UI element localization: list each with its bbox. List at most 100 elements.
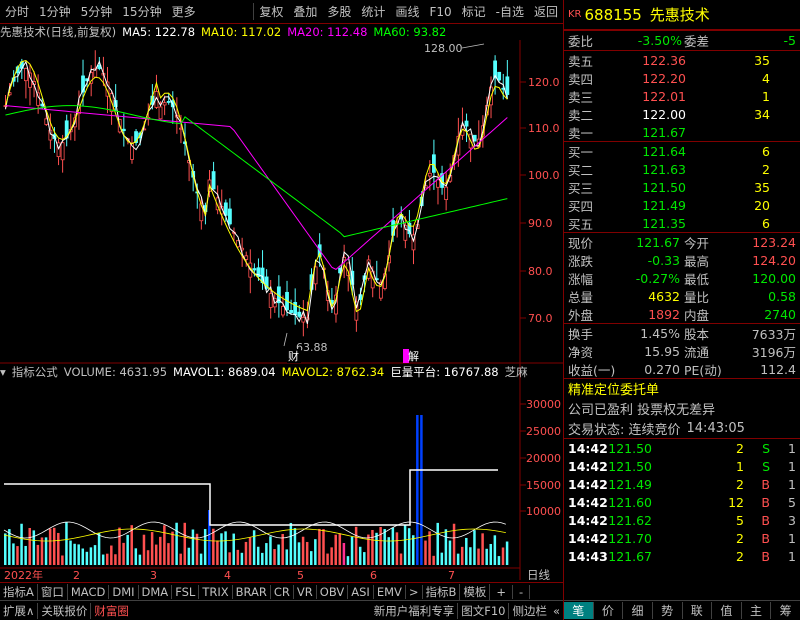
price-tick-label: 120.0 [528,76,560,89]
panel-tab[interactable]: 主 [742,602,772,619]
statistics-button[interactable]: 统计 [356,3,390,20]
panel-tab[interactable]: 细 [623,602,653,619]
ask-price[interactable]: 122.01 [642,89,686,104]
tab-trix[interactable]: TRIX [199,584,233,599]
ask-label: 卖四 [568,71,594,87]
tab-obv[interactable]: OBV [317,584,349,599]
remove-indicator-button[interactable]: - [513,584,531,599]
volume-bar [269,536,272,565]
tab-emv[interactable]: EMV [374,584,406,599]
ask-price[interactable]: 121.67 [642,125,686,140]
add-indicator-button[interactable]: + [490,584,514,599]
tab-template[interactable]: 模板 [460,583,491,600]
tab-brar[interactable]: BRAR [233,584,271,599]
panel-tab[interactable]: 筹 [771,602,800,619]
x-axis-month-6: 6 [370,569,377,580]
tab-dma[interactable]: DMA [139,584,173,599]
jie-marker[interactable]: 解 [408,349,419,363]
collapse-icon[interactable]: ▾ [0,365,6,379]
tab-asi[interactable]: ASI [348,584,374,599]
precise-order-row[interactable]: 精准定位委托单 [564,378,800,398]
period-tab-fenshi[interactable]: 分时 [0,3,34,20]
high-price-marker: 128.00 [424,42,463,55]
panel-tab[interactable]: 值 [712,602,742,619]
tab-macd[interactable]: MACD [68,584,110,599]
precise-order-link[interactable]: 精准定位委托单 [568,379,659,398]
period-tab-1min[interactable]: 1分钟 [34,3,76,20]
bid-price[interactable]: 121.63 [642,162,686,177]
volume-bar [179,553,182,565]
panel-tab[interactable]: 势 [653,602,683,619]
period-label[interactable]: 日线 [527,568,550,580]
bid-price[interactable]: 121.35 [642,216,686,231]
volume-bar [420,415,423,565]
overlay-button[interactable]: 叠加 [288,3,322,20]
volume-bar [314,539,317,565]
trade-status: 交易状态: 连续竞价 [568,422,681,438]
bid-volume: 6 [762,143,770,159]
tab-dmi[interactable]: DMI [109,584,139,599]
volume-bar [448,540,452,565]
volume-bar [73,543,76,565]
bid-price[interactable]: 121.50 [642,180,686,195]
tab-vr[interactable]: VR [294,584,317,599]
back-button[interactable]: 返回 [529,3,563,20]
tab-fsl[interactable]: FSL [172,584,200,599]
sidebar-button[interactable]: 侧边栏 [508,602,550,619]
f10-graphic-button[interactable]: 图文F10 [457,602,508,619]
volume-bar [265,543,268,565]
volume-bar [436,522,439,565]
bid-label: 买五 [568,216,594,232]
volume-bar [244,541,248,565]
bid-label: 买一 [568,144,594,160]
tab-cr[interactable]: CR [271,584,294,599]
tick-side: S [762,458,770,474]
tab-indicator-b[interactable]: 指标B [423,583,461,600]
new-user-promo-link[interactable]: 新用户福利专享 [371,603,458,619]
x-axis-month-2: 2 [73,569,80,580]
bid-price[interactable]: 121.64 [642,144,686,159]
kline-chart[interactable]: 120.0 110.0 100.0 90.0 80.0 70.0 30000 25000 20… [0,40,563,580]
mavol1-value: MAVOL1: 8689.04 [173,365,276,379]
tick-time: 14:42 [568,494,608,510]
volume-bar [81,548,85,565]
volume-bar [473,530,476,565]
tick-count: 1 [788,458,796,474]
tab-indicator-a[interactable]: 指标A [0,583,38,600]
ask-volume: 35 [754,52,770,68]
stats-block: 现价 121.67 今开 123.24 涨跌 -0.33 最高 124.20 涨幅 … [564,232,800,323]
multi-stock-button[interactable]: 多股 [322,3,356,20]
more-dropdown[interactable]: 更多 [167,3,201,20]
expand-button[interactable]: 扩展∧ [0,603,37,619]
panel-tab[interactable]: 价 [594,602,624,619]
volume-bar [383,529,386,565]
restore-right-button[interactable]: 复权 [253,3,288,20]
tab-more-arrow[interactable]: > [406,584,423,599]
cai-marker[interactable]: 财 [288,349,299,363]
tick-volume: 2 [736,476,744,492]
related-quote-button[interactable]: 关联报价 [37,602,90,619]
tab-window[interactable]: 窗口 [38,583,68,600]
tick-side: B [761,476,770,492]
draw-line-button[interactable]: 画线 [390,3,424,20]
ask-price[interactable]: 122.20 [642,71,686,86]
ask-label: 卖一 [568,125,594,141]
stat-value: 121.67 [636,234,680,250]
stats-block-2: 换手 1.45% 股本 7633万 净资 15.95 流通 3196万 收益(一) … [564,323,800,378]
period-tab-15min[interactable]: 15分钟 [117,3,166,20]
candle-body [301,317,306,323]
collapse-arrow-icon[interactable]: « [550,604,563,618]
stat-label: 净资 [568,344,594,360]
mark-button[interactable]: 标记 [457,3,491,20]
ask-price[interactable]: 122.00 [642,107,686,122]
ask-price[interactable]: 122.36 [642,53,686,68]
panel-tab[interactable]: 笔 [564,602,594,619]
indicator-name[interactable]: 指标公式 [12,364,58,380]
period-tab-5min[interactable]: 5分钟 [76,3,118,20]
remove-favorite-button[interactable]: -自选 [491,3,529,20]
panel-tab[interactable]: 联 [683,602,713,619]
wealth-circle-button[interactable]: 财富圈 [90,602,132,619]
f10-button[interactable]: F10 [424,5,456,19]
x-axis-month-4: 4 [224,569,231,580]
bid-price[interactable]: 121.49 [642,198,686,213]
